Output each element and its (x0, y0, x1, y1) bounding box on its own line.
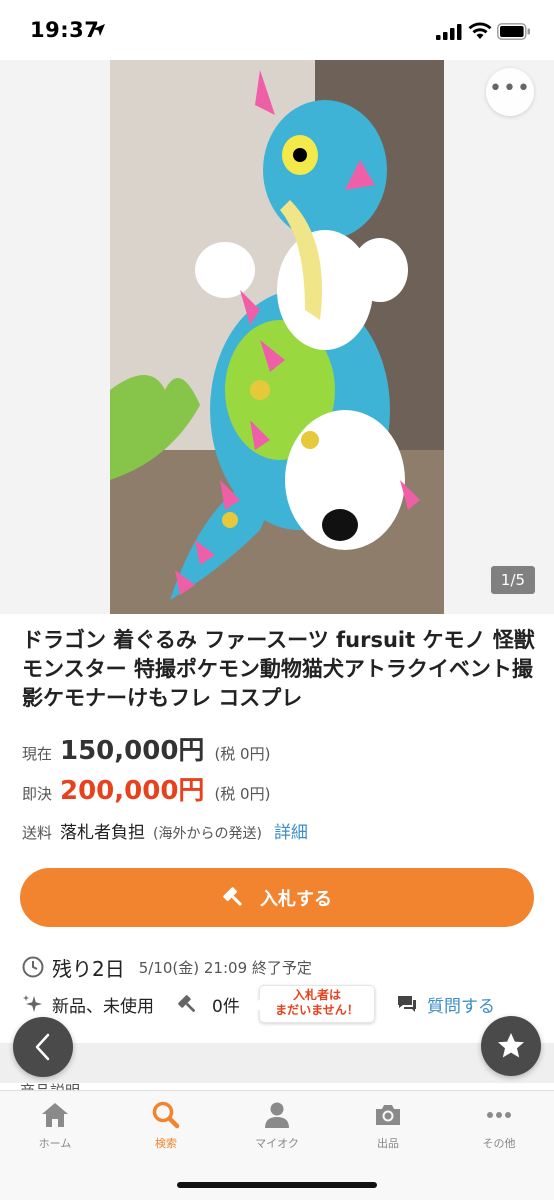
product-photo (110, 60, 444, 614)
buynow-price-tax: (税 0円) (214, 785, 271, 803)
status-bar: 19:37 (0, 0, 554, 62)
back-button[interactable] (13, 1017, 73, 1077)
chat-bubble-icon[interactable] (396, 993, 418, 1015)
home-icon (42, 1103, 68, 1127)
status-time: 19:37 (30, 18, 100, 42)
tab-my-auction-label: マイオク (255, 1137, 299, 1150)
tab-my-auction[interactable]: マイオク (222, 1099, 332, 1159)
sparkle-icon (23, 995, 42, 1012)
chevron-left-icon (35, 1033, 50, 1061)
shipping-label: 送料 (22, 824, 53, 842)
tab-search[interactable]: 検索 (111, 1099, 221, 1159)
shipping-row: 送料 落札者負担 (海外からの発送) 詳細 (22, 818, 308, 844)
current-price-label: 現在 (22, 745, 53, 763)
end-time: 5/10(金) 21:09 終了予定 (138, 958, 312, 977)
shipping-detail-link[interactable]: 詳細 (274, 818, 308, 843)
shipping-value: 落札者負担 (60, 823, 145, 843)
star-icon (498, 1033, 524, 1058)
wifi-icon (468, 22, 492, 39)
tab-more[interactable]: その他 (444, 1099, 554, 1159)
more-options-button[interactable]: ••• (486, 68, 534, 116)
buynow-price-label: 即決 (22, 785, 53, 803)
time-remaining-row: 残り2日 5/10(金) 21:09 終了予定 (22, 952, 312, 982)
listing-title: ドラゴン 着ぐるみ ファースーツ fursuit ケモノ 怪獣 モンスター 特撮… (22, 628, 535, 710)
product-image-carousel[interactable]: ••• 1/5 (0, 60, 554, 614)
tooltip-line-1: 入札者は (292, 988, 341, 1002)
bid-count-gavel-icon (178, 995, 196, 1013)
ellipsis-icon: ••• (489, 76, 531, 101)
item-info-row: 新品、未使用 0件 入札者は まだいません！ 質問する (22, 985, 534, 1023)
tab-more-label: その他 (482, 1137, 516, 1150)
item-condition: 新品、未使用 (52, 997, 154, 1017)
battery-icon (497, 23, 530, 40)
time-remaining: 残り2日 (52, 956, 125, 981)
clock-icon (22, 956, 44, 978)
bid-button[interactable]: 入札する (20, 868, 534, 927)
current-price-row: 現在 150,000円 (税 0円) (22, 730, 270, 766)
more-icon (487, 1112, 511, 1118)
camera-icon (376, 1105, 400, 1125)
bid-count: 0件 (212, 997, 240, 1017)
cellular-signal-icon (436, 24, 462, 40)
location-arrow-icon (93, 24, 105, 36)
tab-sell[interactable]: 出品 (333, 1099, 443, 1159)
current-price: 150,000円 (60, 736, 205, 766)
bid-button-label: 入札する (260, 888, 332, 910)
tab-sell-label: 出品 (377, 1137, 399, 1150)
tab-home[interactable]: ホーム (0, 1099, 110, 1159)
buynow-price-row: 即決 200,000円 (税 0円) (22, 770, 270, 806)
tooltip-line-2: まだいません！ (275, 1003, 359, 1017)
tab-search-label: 検索 (155, 1137, 177, 1150)
watchlist-button[interactable] (481, 1016, 541, 1076)
tab-home-label: ホーム (38, 1137, 72, 1150)
home-indicator[interactable] (177, 1182, 377, 1188)
buynow-price: 200,000円 (60, 776, 205, 806)
search-icon (152, 1101, 180, 1129)
ask-question-link[interactable]: 質問する (427, 992, 495, 1017)
no-bidders-tooltip: 入札者は まだいません！ (253, 985, 375, 1023)
person-icon (265, 1102, 289, 1128)
gavel-icon (223, 886, 242, 906)
image-page-counter: 1/5 (491, 566, 535, 594)
section-divider (0, 1043, 554, 1083)
shipping-note: (海外からの発送) (153, 826, 262, 842)
current-price-tax: (税 0円) (214, 745, 271, 763)
